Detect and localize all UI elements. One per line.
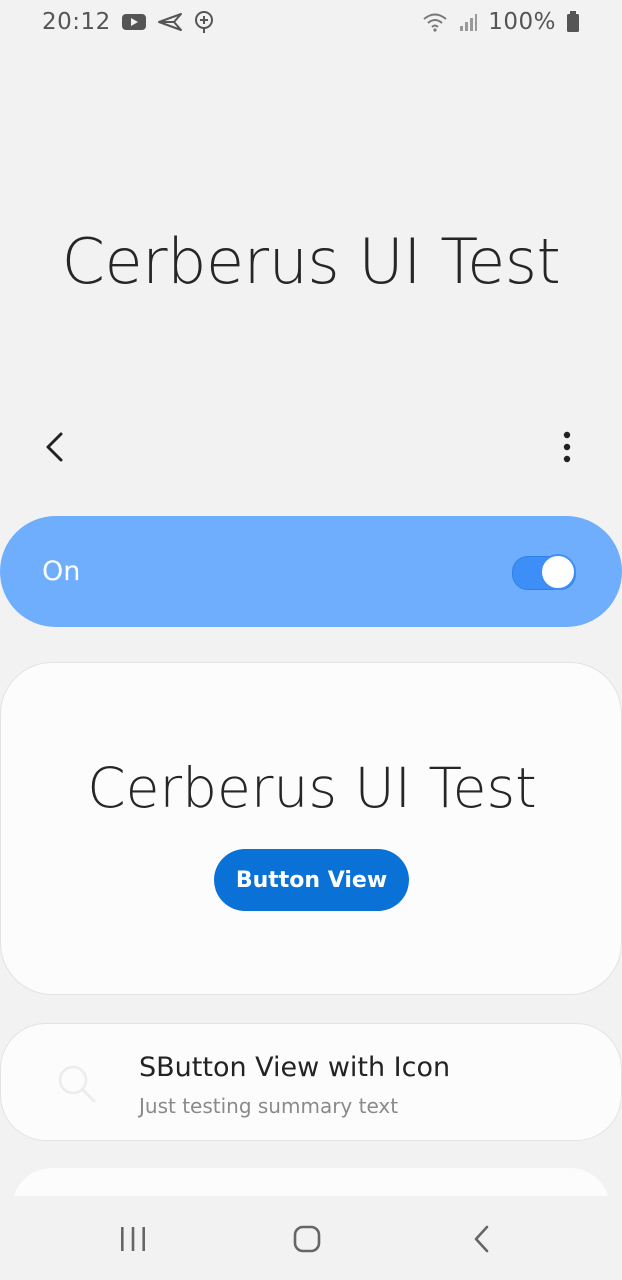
master-switch-toggle[interactable] (512, 553, 576, 590)
back-arrow-icon (46, 432, 63, 462)
more-options-button[interactable] (542, 422, 592, 472)
status-bar: 20:12 100% (0, 0, 622, 44)
wifi-icon (422, 12, 448, 32)
card-title: Cerberus UI Test (87, 756, 537, 820)
status-right: 100% (422, 9, 580, 35)
signal-icon (458, 12, 478, 32)
navigation-bar (0, 1196, 622, 1280)
list-item-title: SButton View with Icon (139, 1052, 451, 1083)
status-left: 20:12 (42, 9, 215, 35)
battery-percentage: 100% (488, 9, 556, 35)
master-switch-label: On (42, 556, 81, 587)
battery-icon (566, 11, 580, 33)
nav-back-button[interactable] (452, 1214, 512, 1264)
send-icon (157, 12, 183, 32)
recents-icon (121, 1227, 145, 1251)
list-item-sbutton-view[interactable]: SButton View with Icon Just testing summ… (0, 1023, 622, 1141)
home-icon (293, 1225, 321, 1253)
recents-button[interactable] (103, 1214, 163, 1264)
youtube-icon (121, 12, 147, 32)
preview-card: Cerberus UI Test Button View (0, 662, 622, 995)
location-pin-icon (193, 10, 215, 34)
more-vertical-icon (563, 431, 571, 463)
status-time: 20:12 (42, 9, 111, 35)
list-item-summary: Just testing summary text (139, 1094, 399, 1118)
button-view[interactable]: Button View (214, 849, 409, 911)
screen: 20:12 100% Cerberus UI Test On Cerberus … (0, 0, 622, 1280)
back-icon (474, 1225, 489, 1253)
search-icon (58, 1065, 96, 1103)
back-button[interactable] (30, 422, 80, 472)
page-title: Cerberus UI Test (61, 225, 561, 298)
master-switch-bar[interactable]: On (0, 516, 622, 627)
home-button[interactable] (277, 1214, 337, 1264)
toggle-thumb (540, 553, 576, 590)
